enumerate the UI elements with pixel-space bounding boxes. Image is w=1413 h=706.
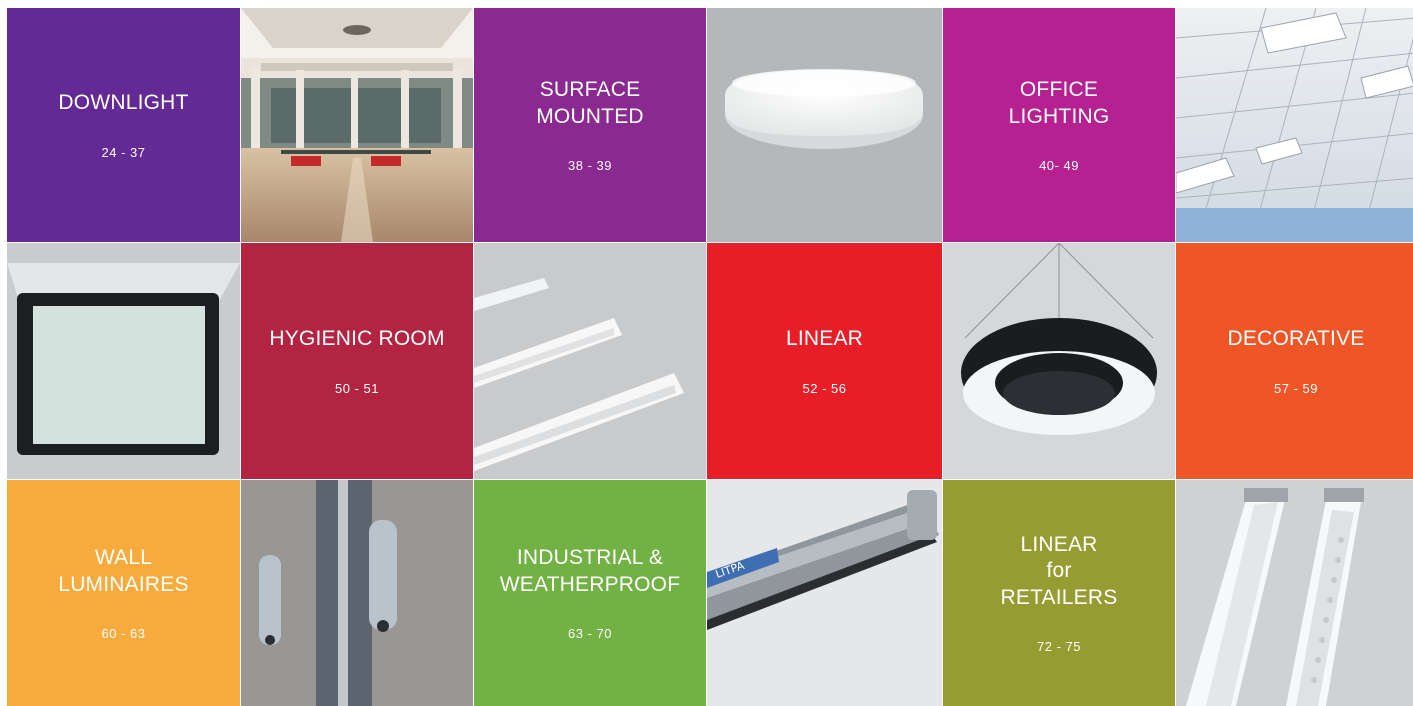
- category-decorative[interactable]: DECORATIVE 57 - 59: [1176, 243, 1413, 479]
- category-title: OFFICE LIGHTING: [1008, 78, 1110, 128]
- category-hygienic-room[interactable]: HYGIENIC ROOM 50 - 51: [241, 243, 473, 479]
- category-title: DECORATIVE: [1227, 327, 1365, 351]
- category-title: INDUSTRIAL & WEATHERPROOF: [499, 546, 681, 596]
- category-linear[interactable]: LINEAR 52 - 56: [707, 243, 942, 479]
- category-pages: 38 - 39: [568, 157, 612, 173]
- weatherproof-lamp-image: LITPA: [707, 480, 942, 706]
- category-pages: 63 - 70: [568, 625, 612, 641]
- mall-interior-image: [241, 8, 473, 242]
- category-pages: 50 - 51: [335, 380, 379, 396]
- category-wall-luminaires[interactable]: WALL LUMINAIRES 60 - 63: [7, 480, 240, 706]
- category-surface-mounted[interactable]: SURFACE MOUNTED 38 - 39: [474, 8, 706, 242]
- photo-weatherproof-lamp: LITPA: [707, 480, 942, 706]
- photo-recessed-panel: [7, 243, 240, 479]
- category-pages: 24 - 37: [101, 144, 146, 160]
- photo-round-ceiling-lamp: [707, 8, 942, 242]
- category-title: LINEAR: [785, 327, 864, 351]
- category-office-lighting[interactable]: OFFICE LIGHTING 40- 49: [943, 8, 1175, 242]
- category-title: WALL LUMINAIRES: [58, 546, 189, 596]
- photo-linear-profiles: [474, 243, 706, 479]
- category-pages: 60 - 63: [101, 625, 146, 641]
- wall-luminaires-image: [241, 480, 473, 706]
- photo-mall-interior: [241, 8, 473, 242]
- retail-linear-image: [1176, 480, 1413, 706]
- photo-wall-luminaires: [241, 480, 473, 706]
- category-pages: 52 - 56: [802, 380, 847, 396]
- category-downlight[interactable]: DOWNLIGHT 24 - 37: [7, 8, 240, 242]
- category-title: SURFACE MOUNTED: [536, 78, 644, 128]
- category-linear-for-retailers[interactable]: LINEAR for RETAILERS 72 - 75: [943, 480, 1175, 706]
- round-lamp-image: [707, 8, 942, 242]
- catalog-grid: DOWNLIGHT 24 - 37 SURFACE MOUNTED 38 - 3…: [7, 8, 1413, 706]
- photo-ring-pendant: [943, 243, 1175, 479]
- category-title: HYGIENIC ROOM: [269, 327, 445, 351]
- photo-retail-linear: [1176, 480, 1413, 706]
- ring-pendant-image: [943, 243, 1175, 479]
- category-pages: 40- 49: [1039, 157, 1079, 173]
- category-industrial-weatherproof[interactable]: INDUSTRIAL & WEATHERPROOF 63 - 70: [474, 480, 706, 706]
- category-pages: 57 - 59: [1274, 380, 1318, 396]
- recessed-panel-image: [7, 243, 240, 479]
- category-title: DOWNLIGHT: [58, 91, 189, 115]
- office-ceiling-image: [1176, 8, 1413, 242]
- linear-profiles-image: [474, 243, 706, 479]
- photo-office-ceiling: [1176, 8, 1413, 242]
- category-pages: 72 - 75: [1037, 638, 1081, 654]
- category-title: LINEAR for RETAILERS: [1000, 533, 1118, 609]
